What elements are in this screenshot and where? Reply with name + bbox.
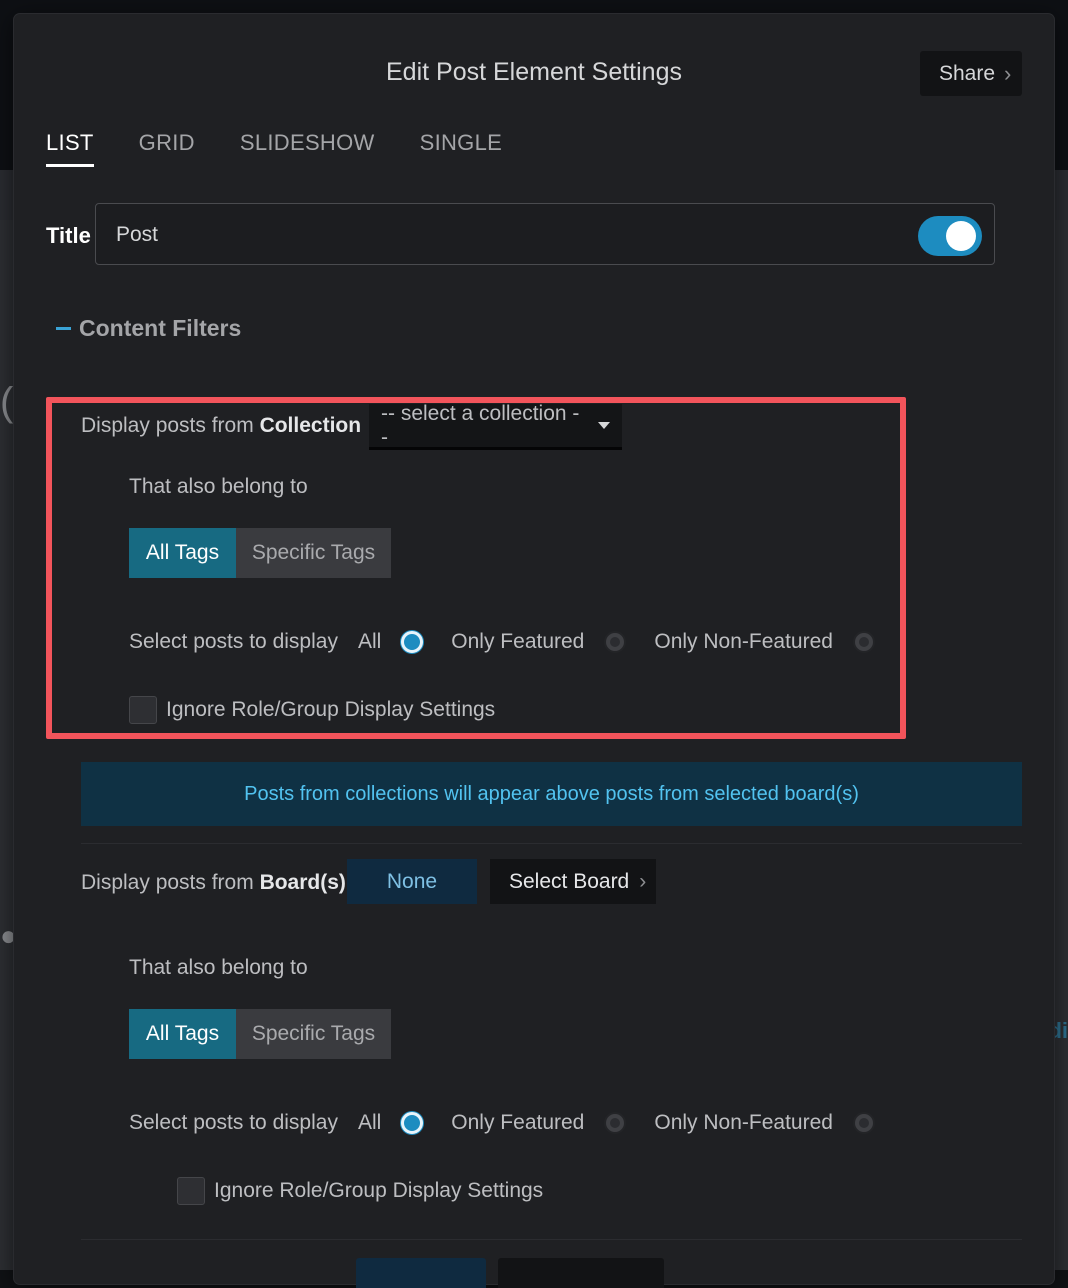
- boards-ignore-row: Ignore Role/Group Display Settings: [177, 1177, 543, 1205]
- boards-radio-featured[interactable]: [604, 1112, 627, 1134]
- boards-ignore-label: Ignore Role/Group Display Settings: [214, 1179, 544, 1202]
- collection-tag-segment: All Tags Specific Tags: [129, 528, 391, 578]
- content-filters-header[interactable]: Content Filters: [56, 315, 241, 342]
- info-banner: Posts from collections will appear above…: [81, 762, 1022, 826]
- tab-grid[interactable]: GRID: [139, 130, 195, 167]
- collection-select[interactable]: -- select a collection --: [369, 401, 622, 450]
- radio-label-non-featured: Only Non-Featured: [654, 1111, 833, 1134]
- next-select-button-partial[interactable]: [498, 1258, 664, 1288]
- collection-belong-label: That also belong to: [129, 475, 308, 498]
- collection-label: Display posts from Collection: [81, 414, 362, 437]
- collection-specific-tags-button[interactable]: Specific Tags: [236, 528, 391, 578]
- boards-radio-all[interactable]: [401, 1112, 424, 1134]
- share-label: Share: [939, 61, 996, 85]
- view-tabs: LIST GRID SLIDESHOW SINGLE: [46, 130, 547, 167]
- select-board-button[interactable]: Select Board ›: [490, 859, 656, 904]
- title-label: Title: [46, 223, 91, 248]
- content-filters-title: Content Filters: [79, 315, 242, 341]
- boards-ignore-checkbox[interactable]: [177, 1177, 205, 1205]
- tab-slideshow[interactable]: SLIDESHOW: [240, 130, 375, 167]
- chevron-right-icon: ›: [1004, 60, 1012, 86]
- radio-label-non-featured: Only Non-Featured: [654, 630, 833, 653]
- tab-list[interactable]: LIST: [46, 130, 94, 167]
- boards-label: Display posts from Board(s): [81, 871, 346, 894]
- caret-down-icon: [598, 422, 610, 429]
- title-visibility-toggle[interactable]: [918, 216, 982, 256]
- radio-label-featured: Only Featured: [451, 1111, 585, 1134]
- share-button[interactable]: Share ›: [920, 51, 1022, 96]
- section-divider-2: [81, 1239, 1022, 1240]
- boards-display-options: Select posts to display All Only Feature…: [129, 1111, 875, 1135]
- collection-radio-all[interactable]: [401, 631, 424, 653]
- boards-belong-label: That also belong to: [129, 956, 308, 979]
- boards-specific-tags-button[interactable]: Specific Tags: [236, 1009, 391, 1059]
- radio-label-all: All: [357, 630, 382, 653]
- title-input-value[interactable]: Post: [116, 223, 158, 247]
- next-none-button-partial[interactable]: [356, 1258, 486, 1288]
- collection-display-options: Select posts to display All Only Feature…: [129, 630, 875, 654]
- backdrop-peek-glyph: (: [0, 380, 14, 424]
- edit-settings-modal: Edit Post Element Settings Share › LIST …: [14, 14, 1054, 1288]
- collection-radio-featured[interactable]: [604, 631, 627, 653]
- tab-single[interactable]: SINGLE: [420, 130, 503, 167]
- modal-title: Edit Post Element Settings: [386, 58, 682, 86]
- chevron-right-icon: ›: [639, 869, 647, 893]
- radio-label-featured: Only Featured: [451, 630, 585, 653]
- collection-all-tags-button[interactable]: All Tags: [129, 528, 236, 578]
- boards-none-button[interactable]: None: [347, 859, 477, 904]
- radio-label-all: All: [357, 1111, 382, 1134]
- collection-ignore-row: Ignore Role/Group Display Settings: [129, 696, 495, 724]
- boards-radio-non-featured[interactable]: [852, 1112, 875, 1134]
- toggle-knob: [946, 221, 976, 251]
- select-board-label: Select Board: [509, 869, 630, 893]
- boards-display-label: Select posts to display: [129, 1111, 338, 1134]
- title-field[interactable]: Post: [95, 203, 995, 265]
- boards-all-tags-button[interactable]: All Tags: [129, 1009, 236, 1059]
- collection-select-value: -- select a collection --: [381, 401, 580, 449]
- boards-tag-segment: All Tags Specific Tags: [129, 1009, 391, 1059]
- collection-ignore-label: Ignore Role/Group Display Settings: [166, 698, 496, 721]
- collection-radio-non-featured[interactable]: [852, 631, 875, 653]
- collection-display-label: Select posts to display: [129, 630, 338, 653]
- collection-ignore-checkbox[interactable]: [129, 696, 157, 724]
- minus-icon: [56, 327, 71, 330]
- section-divider: [81, 843, 1022, 844]
